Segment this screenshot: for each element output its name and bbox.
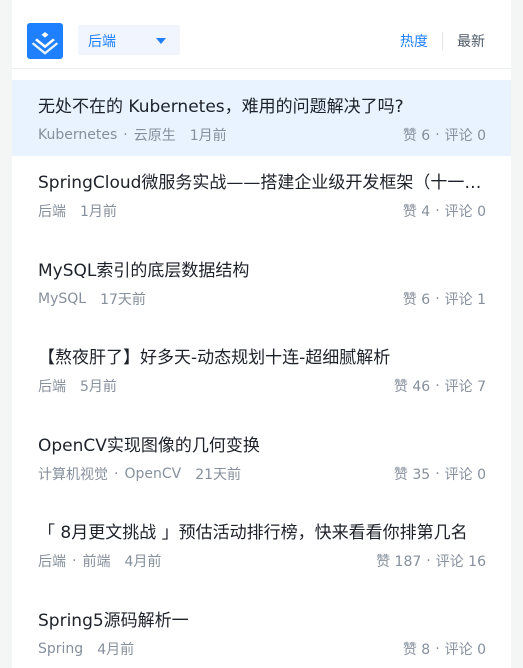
article-list: 无处不在的 Kubernetes，难用的问题解决了吗? Kubernetes · 云原…: [12, 80, 511, 668]
article-tag[interactable]: Kubernetes: [38, 127, 117, 143]
article-time: 5月前: [80, 379, 117, 396]
article-meta: 后端 · 前端 4月前: [38, 551, 161, 571]
article-time: 21天前: [195, 466, 242, 483]
article-panel: 后端 热度 最新 无处不在的 Kubernetes，难用的问题解决了吗? Kube…: [12, 0, 511, 668]
article-stats: 赞 4 · 评论 0: [403, 201, 486, 221]
article-meta: Spring 4月前: [38, 639, 134, 659]
tag-separator: ·: [72, 553, 77, 570]
article-time: 1月前: [189, 128, 227, 144]
article-title[interactable]: 【熬夜肝了】好多天-动态规划十连-超细腻解析: [38, 343, 485, 368]
like-count: 赞 8: [402, 641, 431, 658]
article-meta: 后端 5月前: [38, 376, 117, 396]
article-stats: 赞 35 · 评论 0: [394, 464, 486, 484]
comment-count: 评论 0: [444, 204, 486, 220]
article-item[interactable]: 无处不在的 Kubernetes，难用的问题解决了吗? Kubernetes · 云原…: [12, 80, 511, 156]
article-tag[interactable]: 前端: [82, 551, 110, 571]
stats-separator: ·: [435, 640, 440, 657]
like-count: 赞 187: [376, 554, 422, 571]
like-count: 赞 4: [402, 204, 431, 220]
article-time: 4月前: [124, 554, 162, 571]
stats-separator: ·: [435, 465, 440, 482]
category-dropdown[interactable]: 后端: [78, 25, 180, 55]
article-meta: 后端 1月前: [38, 201, 117, 221]
article-stats: 赞 6 · 评论 0: [403, 125, 486, 145]
caret-down-icon: [156, 38, 166, 44]
article-tag[interactable]: 后端: [38, 376, 66, 396]
comment-count: 评论 1: [444, 291, 486, 308]
like-count: 赞 6: [402, 291, 431, 308]
article-stats: 赞 6 · 评论 1: [403, 289, 486, 309]
tag-separator: ·: [114, 465, 119, 482]
article-title[interactable]: MySQL索引的底层数据结构: [38, 256, 485, 281]
article-meta: MySQL 17天前: [38, 289, 146, 309]
sort-hot-tab[interactable]: 热度: [400, 31, 428, 51]
stats-separator: ·: [435, 290, 440, 307]
article-tag[interactable]: MySQL: [38, 291, 86, 307]
tag-separator: ·: [123, 127, 128, 143]
article-time: 17天前: [100, 291, 146, 308]
article-meta: 计算机视觉 · OpenCV 21天前: [38, 464, 241, 484]
article-item[interactable]: OpenCV实现图像的几何变换 计算机视觉 · OpenCV 21天前赞 35 · 评论 0: [12, 419, 511, 507]
article-time: 4月前: [97, 641, 135, 658]
article-tag[interactable]: 后端: [38, 201, 66, 221]
article-title[interactable]: Spring5源码解析一: [38, 606, 485, 631]
article-tag[interactable]: 计算机视觉: [38, 464, 108, 484]
comment-count: 评论 0: [444, 128, 486, 144]
comment-count: 评论 0: [444, 641, 486, 658]
stats-separator: ·: [435, 203, 440, 219]
comment-count: 评论 7: [444, 379, 486, 396]
article-stats: 赞 46 · 评论 7: [394, 376, 486, 396]
panel-header: 后端 热度 最新: [12, 0, 511, 69]
stats-separator: ·: [435, 127, 440, 143]
sort-tabs: 热度 最新: [400, 31, 485, 51]
sort-divider: [442, 32, 443, 50]
article-title[interactable]: 无处不在的 Kubernetes，难用的问题解决了吗?: [38, 92, 485, 117]
article-stats: 赞 187 · 评论 16: [376, 551, 486, 571]
article-item[interactable]: 【熬夜肝了】好多天-动态规划十连-超细腻解析后端 5月前 赞 46 · 评论 7: [12, 331, 511, 419]
article-meta: Kubernetes · 云原生 1月前: [38, 125, 227, 145]
article-tag[interactable]: OpenCV: [124, 466, 181, 482]
article-item[interactable]: MySQL索引的底层数据结构 MySQL 17天前 赞 6 · 评论 1: [12, 244, 511, 332]
stats-separator: ·: [435, 378, 440, 395]
category-dropdown-label: 后端: [88, 34, 116, 50]
article-item[interactable]: Spring5源码解析一 Spring 4月前 赞 8 · 评论 0: [12, 594, 511, 668]
stats-separator: ·: [426, 553, 431, 570]
article-item[interactable]: SpringCloud微服务实战——搭建企业级开发框架（十一）：集成OpenFe…: [12, 156, 511, 244]
article-tag[interactable]: 云原生: [134, 125, 176, 145]
article-item[interactable]: 「 8月更文挑战 」预估活动排行榜，快来看看你排第几名后端 · 前端 4月前 赞 187…: [12, 506, 511, 594]
like-count: 赞 35: [393, 466, 431, 483]
like-count: 赞 46: [393, 379, 431, 396]
sort-new-tab[interactable]: 最新: [457, 31, 485, 51]
article-stats: 赞 8 · 评论 0: [403, 639, 486, 659]
juejin-logo-icon[interactable]: [27, 23, 63, 59]
article-title[interactable]: 「 8月更文挑战 」预估活动排行榜，快来看看你排第几名: [38, 518, 485, 543]
comment-count: 评论 16: [435, 554, 486, 571]
like-count: 赞 6: [402, 128, 431, 144]
article-tag[interactable]: 后端: [38, 551, 66, 571]
article-time: 1月前: [80, 204, 117, 220]
article-title[interactable]: OpenCV实现图像的几何变换: [38, 431, 485, 456]
article-title[interactable]: SpringCloud微服务实战——搭建企业级开发框架（十一）：集成OpenFe…: [38, 168, 485, 193]
article-tag[interactable]: Spring: [38, 641, 83, 657]
comment-count: 评论 0: [444, 466, 486, 483]
